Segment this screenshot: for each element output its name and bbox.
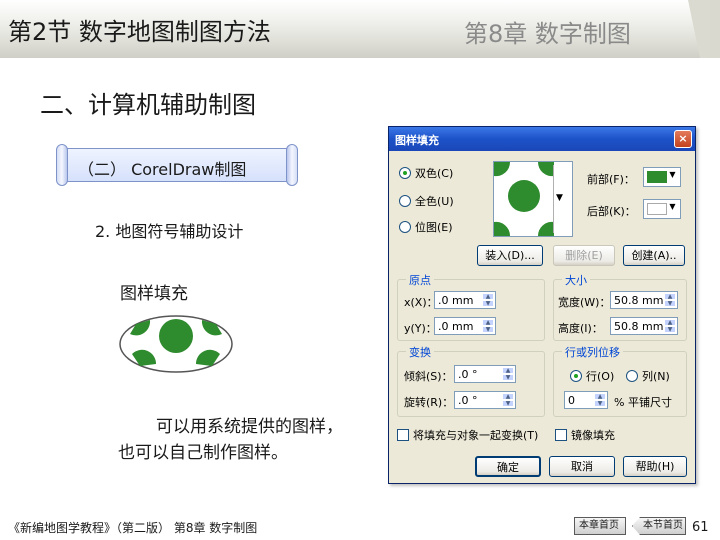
scroll-label-text: （二） CorelDraw制图	[78, 160, 247, 179]
rotate-input[interactable]: .0 ° ▲ ▼	[454, 391, 516, 409]
front-color-picker[interactable]: ▼	[643, 167, 681, 187]
chapter-heading: 第8章 数字制图	[464, 20, 631, 48]
description-line-1: 可以用系统提供的图样，	[156, 417, 343, 437]
rotate-value: .0 °	[458, 394, 478, 407]
origin-x-value: .0 mm	[438, 294, 474, 307]
checkbox-icon	[397, 429, 409, 441]
spin-arrows-icon[interactable]: ▲ ▼	[594, 393, 606, 407]
dialog-title: 图样填充	[395, 134, 439, 147]
spin-arrows-icon[interactable]: ▲ ▼	[482, 293, 494, 307]
width-value: 50.8 mm	[614, 294, 664, 307]
radio-selected-icon	[570, 370, 582, 382]
radio-full-color-label: 全色(U)	[415, 195, 454, 208]
description-line-2: 也可以自己制作图样。	[118, 443, 288, 463]
size-group: 大小 宽度(W)： 50.8 mm ▲ ▼ 高度(I)： 50.8 mm ▲ ▼	[553, 272, 687, 341]
pattern-fill-sample	[116, 310, 236, 378]
radio-bitmap-label: 位图(E)	[415, 221, 453, 234]
page-number: 61	[692, 520, 709, 535]
chapter-home-button[interactable]: 本章首页	[574, 517, 626, 535]
origin-x-label: x(X)：	[404, 296, 438, 309]
skew-value: .0 °	[458, 368, 478, 381]
section-heading: 第2节 数字地图制图方法	[8, 18, 271, 46]
front-color-label: 前部(F)：	[587, 173, 635, 186]
radio-selected-icon	[399, 167, 411, 179]
radio-row-label: 行(O)	[586, 370, 615, 383]
height-value: 50.8 mm	[614, 320, 664, 333]
skew-input[interactable]: .0 ° ▲ ▼	[454, 365, 516, 383]
origin-y-value: .0 mm	[438, 320, 474, 333]
radio-full-color[interactable]: 全色(U)	[399, 193, 454, 209]
transform-with-object-checkbox[interactable]: 将填充与对象一起变换(T)	[397, 427, 538, 443]
radio-column-label: 列(N)	[642, 370, 670, 383]
radio-icon	[626, 370, 638, 382]
delete-button[interactable]: 删除(E)	[553, 245, 615, 266]
offset-unit: % 平铺尺寸	[614, 396, 672, 409]
load-button[interactable]: 装入(D)...	[477, 245, 543, 266]
rotate-label: 旋转(R)：	[404, 396, 454, 409]
transform-group: 变换 倾斜(S)： .0 ° ▲ ▼ 旋转(R)： .0 ° ▲ ▼	[397, 344, 545, 417]
mirror-fill-label: 镜像填充	[571, 429, 615, 442]
page-title: 二、计算机辅助制图	[40, 91, 256, 119]
skew-label: 倾斜(S)：	[404, 370, 453, 383]
origin-y-input[interactable]: .0 mm ▲ ▼	[434, 317, 496, 335]
origin-caption: 原点	[406, 272, 434, 288]
help-button[interactable]: 帮助(H)	[623, 456, 687, 477]
radio-icon	[399, 195, 411, 207]
scroll-label: （二） CorelDraw制图	[56, 144, 298, 186]
transform-caption: 变换	[406, 344, 434, 360]
height-input[interactable]: 50.8 mm ▲ ▼	[610, 317, 678, 335]
radio-two-color-label: 双色(C)	[415, 167, 454, 180]
pattern-fill-dialog: 图样填充 × 双色(C) 全色(U) 位图(E) ▼ 前部(F)： ▼ 后部(K…	[388, 126, 696, 484]
width-label: 宽度(W)：	[558, 296, 611, 309]
subsection-title: 2. 地图符号辅助设计	[95, 222, 244, 241]
description: 可以用系统提供的图样， 也可以自己制作图样。	[118, 414, 388, 466]
section-home-button[interactable]: 本节首页	[632, 517, 686, 535]
radio-icon	[399, 221, 411, 233]
offset-input[interactable]: 0 ▲ ▼	[564, 391, 608, 409]
chevron-down-icon: ▼	[669, 170, 676, 179]
back-color-label: 后部(K)：	[587, 205, 636, 218]
spin-arrows-icon[interactable]: ▲ ▼	[664, 293, 676, 307]
height-label: 高度(I)：	[558, 322, 603, 335]
pattern-dropdown[interactable]: ▼	[553, 165, 567, 233]
transform-with-object-label: 将填充与对象一起变换(T)	[413, 429, 539, 442]
offset-value: 0	[568, 394, 575, 407]
dialog-titlebar: 图样填充 ×	[389, 127, 695, 151]
radio-row[interactable]: 行(O)	[570, 368, 614, 384]
offset-group: 行或列位移 行(O) 列(N) 0 ▲ ▼ % 平铺尺寸	[553, 344, 687, 417]
size-caption: 大小	[562, 272, 590, 288]
radio-column[interactable]: 列(N)	[626, 368, 670, 384]
close-icon[interactable]: ×	[674, 130, 692, 148]
origin-x-input[interactable]: .0 mm ▲ ▼	[434, 291, 496, 309]
spin-arrows-icon[interactable]: ▲ ▼	[502, 393, 514, 407]
spin-arrows-icon[interactable]: ▲ ▼	[482, 319, 494, 333]
back-color-picker[interactable]: ▼	[643, 199, 681, 219]
scroll-roll-right	[286, 144, 298, 186]
checkbox-icon	[555, 429, 567, 441]
spin-arrows-icon[interactable]: ▲ ▼	[664, 319, 676, 333]
ok-button[interactable]: 确定	[475, 456, 541, 477]
footer-citation: 《新编地图学教程》（第二版） 第8章 数字制图	[8, 521, 258, 535]
origin-group: 原点 x(X)： .0 mm ▲ ▼ y(Y)： .0 mm ▲ ▼	[397, 272, 545, 341]
chevron-down-icon: ▼	[556, 193, 563, 203]
back-color-swatch	[647, 203, 667, 215]
chevron-down-icon: ▼	[669, 202, 676, 211]
origin-y-label: y(Y)：	[404, 322, 437, 335]
spin-arrows-icon[interactable]: ▲ ▼	[502, 367, 514, 381]
offset-caption: 行或列位移	[562, 344, 623, 360]
front-color-swatch	[647, 171, 667, 183]
slide-header: 第2节 数字地图制图方法 第8章 数字制图	[0, 0, 720, 58]
width-input[interactable]: 50.8 mm ▲ ▼	[610, 291, 678, 309]
radio-bitmap[interactable]: 位图(E)	[399, 219, 453, 235]
cancel-button[interactable]: 取消	[549, 456, 615, 477]
scroll-roll-left	[56, 144, 68, 186]
create-button[interactable]: 创建(A)..	[623, 245, 685, 266]
mirror-fill-checkbox[interactable]: 镜像填充	[555, 427, 615, 443]
radio-two-color[interactable]: 双色(C)	[399, 165, 453, 181]
pattern-fill-label: 图样填充	[120, 284, 188, 304]
